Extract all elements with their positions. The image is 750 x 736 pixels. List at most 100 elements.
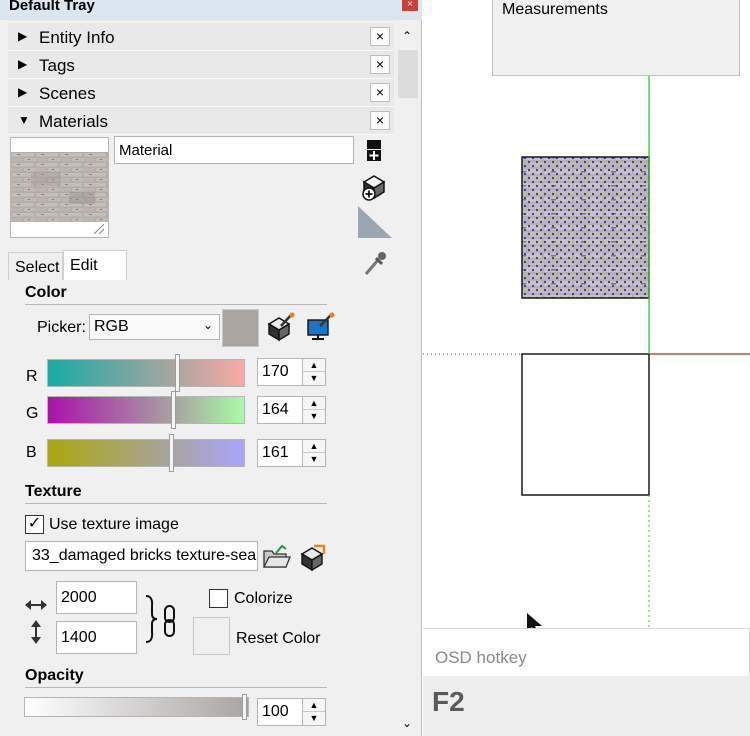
scroll-thumb[interactable] [398,50,418,98]
texture-file-field[interactable]: 33_damaged bricks texture-sear [25,541,258,571]
stepper-up-icon[interactable]: ▲ [303,440,325,453]
tab-edit[interactable]: Edit [63,250,127,280]
picker-label: Picker: [37,319,86,336]
tab-select[interactable]: Select [8,252,63,280]
panel-header-scenes[interactable]: ▶ Scenes × [8,79,394,107]
opacity-stepper[interactable]: ▲ ▼ [302,698,326,726]
green-value-field[interactable] [257,396,307,424]
material-tabs: Select Edit [8,250,394,280]
osd-hotkey-overlay: OSD hotkey F2 [423,628,750,736]
opacity-section-title: Opacity [25,667,84,684]
lock-aspect-ratio-button[interactable] [162,604,178,638]
color-swatch [222,309,259,347]
panel-close-button[interactable]: × [370,27,390,46]
scroll-down-icon[interactable]: ⌄ [402,716,412,730]
blue-stepper[interactable]: ▲ ▼ [302,439,326,467]
preview-margin-top [11,138,108,152]
picker-value: RGB [94,318,129,335]
stepper-up-icon[interactable]: ▲ [303,359,325,372]
match-model-color-icon [267,312,295,342]
panel-header-tags[interactable]: ▶ Tags × [8,51,394,79]
use-texture-checkbox[interactable]: ✓ [25,515,44,534]
default-material-icon [358,206,392,238]
panel-close-button[interactable]: × [370,111,390,130]
color-picker-select[interactable]: RGB ⌄ [89,314,220,340]
red-stepper[interactable]: ▲ ▼ [302,358,326,386]
stepper-down-icon[interactable]: ▼ [303,410,325,423]
browse-texture-button[interactable] [262,543,292,571]
panel-header-materials[interactable]: ▼ Materials × [8,107,394,135]
panel-close-button[interactable]: × [370,83,390,102]
panel-header-entity-info[interactable]: ▶ Entity Info × [8,23,394,51]
colorize-checkbox[interactable] [209,589,228,608]
blue-slider[interactable] [47,434,245,472]
selection-dots [522,157,649,298]
slider-knob[interactable] [171,391,176,429]
eyedropper-icon [364,252,386,275]
red-value-field[interactable] [257,358,307,386]
measurements-label: Measurements [502,1,608,18]
height-icon [29,620,43,644]
channel-label-b: B [26,444,37,461]
model-viewport[interactable] [423,0,750,736]
section-divider [25,687,327,688]
slider-knob[interactable] [242,694,247,720]
panel-close-button[interactable]: × [370,55,390,74]
slider-knob[interactable] [169,434,174,472]
material-preview[interactable] [10,137,109,238]
section-divider [25,304,327,305]
measurements-box[interactable]: Measurements [492,0,740,76]
match-color-of-object-button[interactable] [265,312,295,342]
section-divider [25,503,327,504]
channel-label-g: G [26,405,39,422]
osd-header: OSD hotkey [423,628,750,676]
tray-scrollbar[interactable]: ⌃ ⌄ [396,23,420,736]
use-texture-label: Use texture image [49,516,179,533]
edit-texture-button[interactable] [298,542,328,572]
create-material-button[interactable] [360,172,388,202]
default-tray: Default Tray × ▶ Entity Info × ▶ Tags × … [0,0,422,736]
panel-label: Entity Info [39,28,115,47]
stepper-up-icon[interactable]: ▲ [303,397,325,410]
opacity-value-field[interactable] [257,698,307,726]
texture-width-field[interactable] [56,581,137,614]
create-material-icon [362,175,386,201]
width-icon [25,597,47,613]
red-slider[interactable] [47,354,245,392]
slider-knob[interactable] [175,354,180,392]
chevron-down-icon: ⌄ [202,318,213,332]
material-name-field[interactable] [114,136,354,164]
tray-close-button[interactable]: × [402,0,418,11]
blank-face[interactable] [521,353,650,496]
texture-height-field[interactable] [56,621,137,654]
tray-title-bar: Default Tray × [0,0,422,20]
panel-label: Materials [39,112,108,131]
collapse-arrow-icon: ▼ [18,113,30,127]
chain-link-icon [164,605,175,637]
brick-texture-thumbnail [11,152,108,222]
stepper-down-icon[interactable]: ▼ [303,453,325,466]
default-material-button[interactable] [358,206,392,238]
export-texture-icon [300,544,326,572]
stepper-down-icon[interactable]: ▼ [303,372,325,385]
model-canvas[interactable] [423,0,750,736]
folder-open-icon [262,544,291,568]
green-stepper[interactable]: ▲ ▼ [302,396,326,424]
panel-label: Tags [39,56,75,75]
stepper-down-icon[interactable]: ▼ [303,712,325,725]
sample-paint-button[interactable] [360,250,388,278]
colorize-label: Colorize [234,590,293,607]
opacity-slider[interactable] [24,694,249,720]
expand-arrow-icon: ▶ [18,29,28,43]
match-color-on-screen-button[interactable] [305,312,335,342]
scroll-up-icon[interactable]: ⌃ [402,29,412,43]
tray-panel-list: ▶ Entity Info × ▶ Tags × ▶ Scenes × ▼ Ma… [8,23,394,135]
match-screen-color-icon [307,312,335,340]
osd-header-text: OSD hotkey [435,648,527,667]
reset-color-swatch[interactable] [193,617,230,655]
green-slider[interactable] [47,391,245,429]
material-pane-toggle-button[interactable] [366,139,382,163]
blue-value-field[interactable] [257,439,307,467]
expand-arrow-icon: ▶ [18,57,28,71]
stepper-up-icon[interactable]: ▲ [303,699,325,712]
